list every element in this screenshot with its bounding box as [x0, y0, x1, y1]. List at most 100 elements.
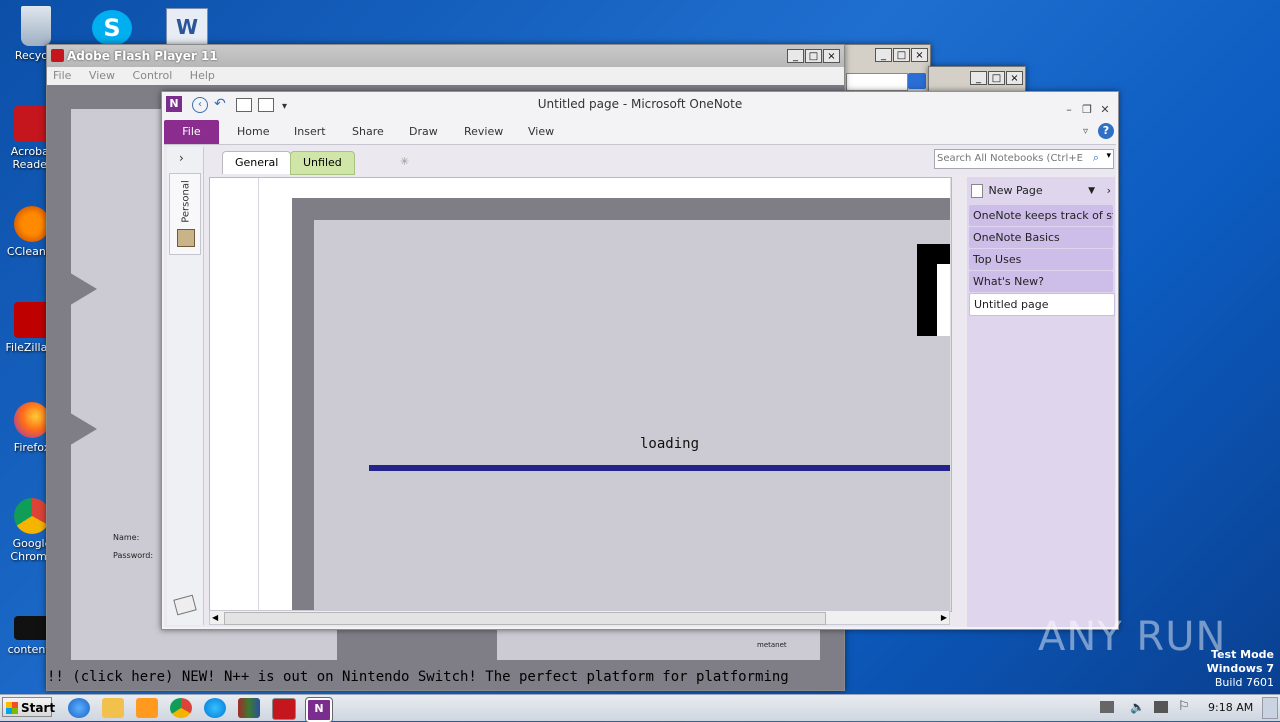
stage-notch-left-1 — [47, 259, 97, 319]
tab-draw[interactable]: Draw — [409, 120, 438, 144]
notebook-label: Personal — [180, 180, 192, 223]
collapse-page-list-icon[interactable]: › — [1107, 181, 1111, 201]
word-icon[interactable]: W — [166, 8, 208, 48]
tray-monitor-icon[interactable] — [1154, 701, 1168, 713]
maximize-button[interactable]: □ — [805, 49, 822, 63]
notebook-personal[interactable]: Personal — [169, 173, 201, 255]
start-label: Start — [21, 701, 56, 715]
news-marquee[interactable]: !! (click here) NEW! N++ is out on Ninte… — [47, 664, 844, 690]
expand-navigation-icon[interactable]: › — [179, 151, 184, 165]
close-button[interactable]: × — [823, 49, 840, 63]
tray-network-icon[interactable] — [1100, 701, 1114, 713]
help-icon[interactable]: ? — [1098, 123, 1114, 139]
minimize-button[interactable]: _ — [787, 49, 804, 63]
background-window-1[interactable]: _ □ × — [843, 44, 931, 92]
tab-share[interactable]: Share — [352, 120, 384, 144]
new-page-icon — [971, 184, 983, 198]
menu-control[interactable]: Control — [133, 69, 173, 82]
embedded-flash-content[interactable]: loading — [314, 220, 951, 611]
onenote-taskbar-icon[interactable]: N — [305, 697, 333, 722]
new-page-button[interactable]: New Page ▼ › — [971, 181, 1111, 201]
maximize-button[interactable]: □ — [988, 71, 1005, 85]
ribbon-expand-icon[interactable]: ▿ — [1083, 120, 1088, 144]
close-button[interactable]: ✕ — [1096, 97, 1114, 122]
customize-toolbar-icon[interactable]: ▾ — [282, 94, 287, 119]
media-player-icon[interactable] — [136, 698, 158, 718]
flash-taskbar-icon[interactable] — [272, 698, 296, 720]
start-button[interactable]: Start — [2, 697, 56, 717]
undo-icon[interactable]: ↶ — [214, 96, 226, 112]
menu-help[interactable]: Help — [190, 69, 215, 82]
windows-logo-icon — [6, 702, 18, 714]
notebook-icon — [177, 229, 195, 247]
ie-icon[interactable] — [68, 698, 90, 718]
page-margin-line — [258, 178, 259, 611]
onenote-window[interactable]: N ‹ ↶ ▾ Untitled page - Microsoft OneNot… — [161, 91, 1119, 630]
background-window-2[interactable]: _ □ × — [928, 66, 1026, 94]
page-item[interactable]: OneNote keeps track of st — [969, 205, 1113, 226]
search-icon[interactable]: ⌕ — [1093, 151, 1099, 165]
new-section-icon[interactable]: ✳ — [388, 151, 418, 173]
vertical-scrollbar[interactable]: ▲ ▼ — [950, 178, 952, 611]
scroll-right-icon[interactable]: ▶ — [941, 611, 947, 624]
search-box[interactable]: ⌕ ▾ — [934, 149, 1114, 169]
unfiled-notes-icon[interactable] — [173, 594, 197, 616]
maximize-button[interactable]: □ — [893, 48, 910, 62]
winrar-icon[interactable] — [238, 698, 260, 718]
explorer-icon[interactable] — [102, 698, 124, 718]
search-field[interactable] — [846, 73, 908, 91]
menu-file[interactable]: File — [53, 69, 71, 82]
marquee-text: !! (click here) NEW! N++ is out on Ninte… — [47, 669, 789, 685]
show-desktop-button[interactable] — [1262, 697, 1278, 719]
close-button[interactable]: × — [1006, 71, 1023, 85]
search-icon[interactable] — [908, 73, 926, 89]
scroll-left-icon[interactable]: ◀ — [212, 611, 218, 624]
menu-bar: File View Control Help — [47, 67, 844, 85]
scroll-up-icon[interactable]: ▲ — [951, 178, 952, 192]
restore-button[interactable]: ❐ — [1078, 97, 1096, 122]
tray-volume-icon[interactable]: 🔈 — [1130, 700, 1145, 714]
os-info: Test Mode Windows 7 Build 7601 — [1207, 648, 1274, 690]
tab-home[interactable]: Home — [237, 120, 269, 144]
back-icon[interactable]: ‹ — [192, 97, 208, 113]
new-page-label: New Page — [988, 184, 1043, 197]
page-canvas[interactable]: loading ▲ ▼ — [209, 177, 952, 612]
ccleaner-icon — [14, 206, 50, 242]
dock-icon[interactable] — [236, 98, 252, 112]
page-item[interactable]: OneNote Basics — [969, 227, 1113, 248]
tab-file[interactable]: File — [164, 120, 219, 144]
close-button[interactable]: × — [911, 48, 928, 62]
tab-insert[interactable]: Insert — [294, 120, 326, 144]
window-title-bar[interactable]: Adobe Flash Player 11 — [47, 45, 844, 67]
os-info-line: Windows 7 — [1206, 662, 1274, 675]
chrome-taskbar-icon[interactable] — [170, 698, 192, 718]
onenote-logo-icon: N — [166, 96, 182, 112]
tab-section-unfiled-notes[interactable]: Unfiled Notes — [290, 151, 355, 191]
clock[interactable]: 9:18 AM — [1208, 701, 1253, 714]
acrobat-icon — [14, 106, 50, 142]
loading-bar — [369, 465, 951, 471]
page-item[interactable]: Top Uses — [969, 249, 1113, 270]
minimize-button[interactable]: _ — [970, 71, 987, 85]
fullpage-icon[interactable] — [258, 98, 274, 112]
tab-section-general[interactable]: General — [222, 151, 292, 174]
new-page-dropdown-icon[interactable]: ▼ — [1088, 181, 1095, 201]
search-input[interactable] — [935, 150, 1085, 166]
horizontal-scroll-thumb[interactable] — [224, 612, 826, 625]
menu-view[interactable]: View — [89, 69, 115, 82]
page-item-selected[interactable]: Untitled page — [969, 293, 1115, 316]
window-title-bar[interactable]: N ‹ ↶ ▾ Untitled page - Microsoft OneNot… — [162, 92, 1118, 117]
tab-review[interactable]: Review — [464, 120, 503, 144]
edge-icon[interactable] — [204, 698, 226, 718]
search-scope-dropdown-icon[interactable]: ▾ — [1106, 151, 1111, 161]
os-info-line: Build 7601 — [1214, 676, 1274, 689]
page-item[interactable]: What's New? — [969, 271, 1113, 292]
minimize-button[interactable]: – — [1060, 97, 1078, 122]
tray-flag-icon[interactable]: ⚐ — [1178, 699, 1190, 714]
horizontal-scrollbar[interactable]: ◀ ▶ — [209, 610, 950, 625]
tab-view[interactable]: View — [528, 120, 554, 144]
ribbon-tabs: File Home Insert Share Draw Review View … — [164, 120, 1116, 144]
scroll-down-icon[interactable]: ▼ — [951, 597, 952, 611]
minimize-button[interactable]: _ — [875, 48, 892, 62]
skype-icon[interactable]: S — [92, 10, 132, 46]
